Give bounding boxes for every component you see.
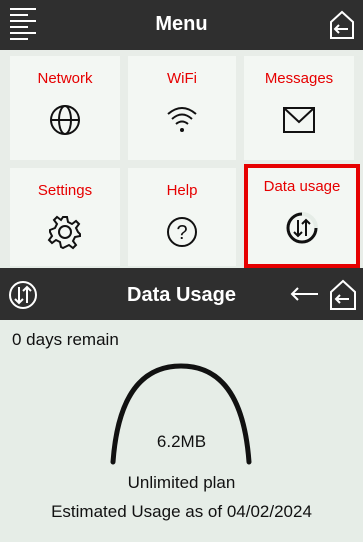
data-usage-panel: 0 days remain 6.2MB Unlimited plan Estim… <box>0 320 363 542</box>
home-back-icon[interactable] <box>329 279 357 311</box>
page-title: Menu <box>155 13 208 35</box>
tile-label: Data usage <box>263 178 341 195</box>
menu-header: Menu <box>0 0 363 50</box>
globe-icon <box>45 100 85 140</box>
gear-icon <box>45 212 85 252</box>
days-remaining-text: 0 days remain <box>12 330 119 349</box>
tile-messages[interactable]: Messages <box>244 56 354 160</box>
tile-data-usage[interactable]: Data usage <box>244 164 360 268</box>
home-back-icon[interactable] <box>329 10 355 40</box>
tile-label: Network <box>37 70 93 87</box>
back-arrow-icon[interactable] <box>288 283 322 305</box>
tile-label: Settings <box>37 182 93 199</box>
tile-label: Messages <box>264 70 334 87</box>
estimate-text: Estimated Usage as of 04/02/2024 <box>51 502 312 521</box>
wifi-icon <box>162 100 202 140</box>
tile-label: Help <box>166 182 198 199</box>
data-usage-header: Data Usage <box>0 268 363 320</box>
menu-grid: Network WiFi Messages Settings Help ? Da… <box>0 50 363 268</box>
usage-amount: 6.2MB <box>156 432 207 451</box>
tile-help[interactable]: Help ? <box>128 168 236 266</box>
tile-wifi[interactable]: WiFi <box>128 56 236 160</box>
tile-label: WiFi <box>167 70 197 87</box>
plan-name: Unlimited plan <box>127 473 236 492</box>
help-circle-icon: ? <box>162 212 202 252</box>
envelope-icon <box>279 100 319 140</box>
tile-network[interactable]: Network <box>10 56 120 160</box>
data-usage-icon <box>282 208 322 248</box>
svg-text:?: ? <box>176 222 187 244</box>
tile-settings[interactable]: Settings <box>10 168 120 266</box>
